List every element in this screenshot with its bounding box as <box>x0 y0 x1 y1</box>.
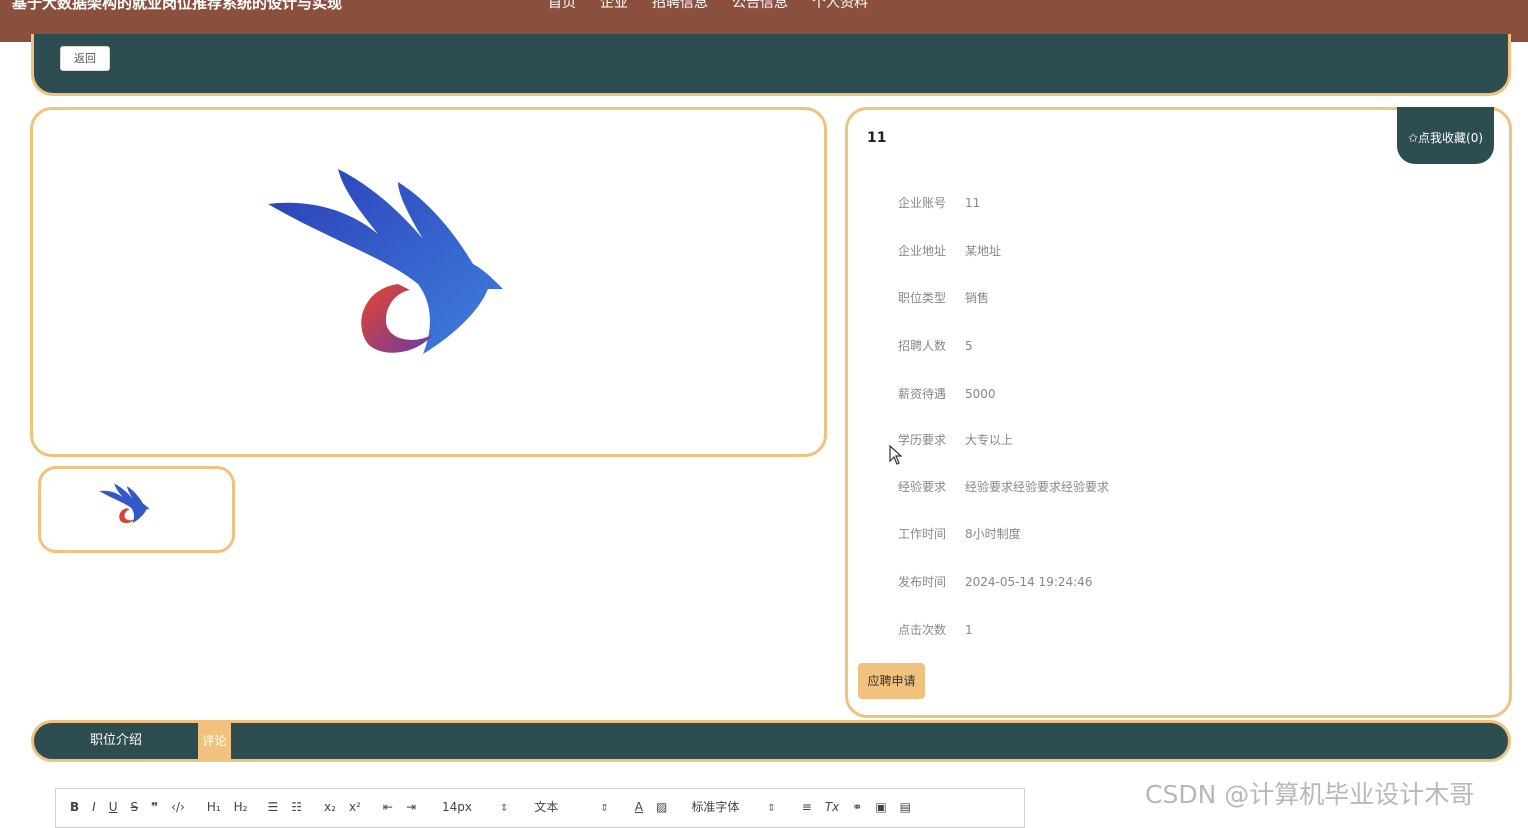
eagle-logo-thumbnail[interactable] <box>97 481 153 529</box>
nav-item-home[interactable]: 首页 <box>548 0 576 12</box>
thumbnail-card[interactable] <box>38 466 235 553</box>
back-bar: 返回 <box>31 34 1511 96</box>
video-icon[interactable]: ▤ <box>900 800 911 814</box>
field-click-count: 点击次数 1 <box>898 621 973 638</box>
field-label: 经验要求 <box>898 480 947 494</box>
bullet-list-icon[interactable]: ☷ <box>291 800 302 814</box>
link-icon[interactable]: ⚭ <box>852 800 862 814</box>
field-label: 企业地址 <box>898 244 947 258</box>
field-work-hours: 工作时间 8小时制度 <box>898 525 1021 542</box>
main-image-card <box>30 107 827 457</box>
chevron-updown-icon: ⇕ <box>767 803 776 814</box>
job-info-card: 11 ✩点我收藏(0) 企业账号 11 企业地址 某地址 职位类型 销售 招聘人数 5 … <box>845 107 1512 718</box>
field-job-type: 职位类型 销售 <box>898 289 989 306</box>
field-value: 11 <box>965 196 981 210</box>
field-value: 5 <box>965 339 973 353</box>
mouse-cursor-icon <box>889 445 903 465</box>
field-company-address: 企业地址 某地址 <box>898 242 1001 259</box>
field-label: 企业账号 <box>898 196 947 210</box>
field-value: 8小时制度 <box>965 527 1021 541</box>
subscript-icon[interactable]: x₂ <box>324 800 336 814</box>
field-label: 工作时间 <box>898 527 947 541</box>
nav-item-jobs[interactable]: 招聘信息 <box>652 0 708 12</box>
nav-item-profile[interactable]: 个人资料 <box>812 0 868 12</box>
field-value: 5000 <box>965 387 996 401</box>
tab-comments[interactable]: 评论 <box>198 723 231 759</box>
code-block-icon[interactable]: ‹/› <box>171 800 185 814</box>
font-family-value: 标准字体 <box>691 800 740 814</box>
clear-format-icon[interactable]: Tx <box>825 800 839 814</box>
paragraph-select[interactable]: 文本 ⇕ <box>534 798 608 815</box>
field-salary: 薪资待遇 5000 <box>898 385 996 402</box>
font-size-value: 14px <box>442 799 472 814</box>
indent-icon[interactable]: ⇥ <box>406 800 416 814</box>
field-label: 职位类型 <box>898 291 947 305</box>
eagle-logo-image <box>268 169 503 354</box>
align-icon[interactable]: ≡ <box>802 800 812 814</box>
detail-tabbar: 职位介绍 评论 <box>31 720 1511 762</box>
font-family-select[interactable]: 标准字体 ⇕ <box>691 798 775 815</box>
field-label: 学历要求 <box>898 433 947 447</box>
superscript-icon[interactable]: x² <box>349 800 361 814</box>
image-icon[interactable]: ▣ <box>875 800 886 814</box>
job-title: 11 <box>867 130 887 146</box>
field-label: 发布时间 <box>898 575 947 589</box>
ordered-list-icon[interactable]: ☰ <box>268 800 279 814</box>
bold-icon[interactable]: B <box>70 800 79 814</box>
field-label: 薪资待遇 <box>898 387 947 401</box>
field-publish-time: 发布时间 2024-05-14 19:24:46 <box>898 573 1092 590</box>
field-value: 大专以上 <box>965 433 1014 447</box>
field-value: 2024-05-14 19:24:46 <box>965 575 1093 589</box>
favorite-button[interactable]: ✩点我收藏(0) <box>1397 107 1494 164</box>
background-color-icon[interactable]: ▨ <box>656 800 667 814</box>
blockquote-icon[interactable]: ❞ <box>151 800 158 814</box>
editor-toolbar: B I U S ❞ ‹/› H₁ H₂ ☰ ☷ x₂ x² ⇤ ⇥ 14px ⇕ … <box>70 798 924 815</box>
main-nav: 首页 企业 招聘信息 公告信息 个人资料 <box>548 0 868 12</box>
strikethrough-icon[interactable]: S <box>131 800 139 814</box>
font-color-icon[interactable]: A <box>635 800 643 814</box>
field-education: 学历要求 大专以上 <box>898 431 1013 448</box>
site-title: 基于大数据架构的就业岗位推荐系统的设计与实现 <box>12 0 343 12</box>
heading-1-icon[interactable]: H₁ <box>207 800 221 814</box>
font-size-select[interactable]: 14px ⇕ <box>442 800 508 814</box>
field-value: 销售 <box>965 291 990 305</box>
field-company-account: 企业账号 11 <box>898 194 980 211</box>
field-label: 招聘人数 <box>898 339 947 353</box>
chevron-updown-icon: ⇕ <box>600 803 609 814</box>
nav-item-notices[interactable]: 公告信息 <box>732 0 788 12</box>
field-value: 某地址 <box>965 244 1002 258</box>
field-experience: 经验要求 经验要求经验要求经验要求 <box>898 478 1109 495</box>
field-headcount: 招聘人数 5 <box>898 337 973 354</box>
italic-icon[interactable]: I <box>92 800 96 814</box>
field-value: 经验要求经验要求经验要求 <box>965 480 1110 494</box>
heading-2-icon[interactable]: H₂ <box>234 800 248 814</box>
field-value: 1 <box>965 623 973 637</box>
underline-icon[interactable]: U <box>109 800 118 814</box>
back-button[interactable]: 返回 <box>60 46 110 71</box>
outdent-icon[interactable]: ⇤ <box>383 800 393 814</box>
chevron-updown-icon: ⇕ <box>500 802 509 814</box>
watermark: CSDN @计算机毕业设计木哥 <box>1145 780 1475 809</box>
paragraph-value: 文本 <box>534 800 559 814</box>
rich-text-editor: B I U S ❞ ‹/› H₁ H₂ ☰ ☷ x₂ x² ⇤ ⇥ 14px ⇕ … <box>55 788 1025 828</box>
field-label: 点击次数 <box>898 623 947 637</box>
tab-job-intro[interactable]: 职位介绍 <box>34 723 198 759</box>
apply-button[interactable]: 应聘申请 <box>858 663 925 699</box>
nav-item-company[interactable]: 企业 <box>600 0 628 12</box>
